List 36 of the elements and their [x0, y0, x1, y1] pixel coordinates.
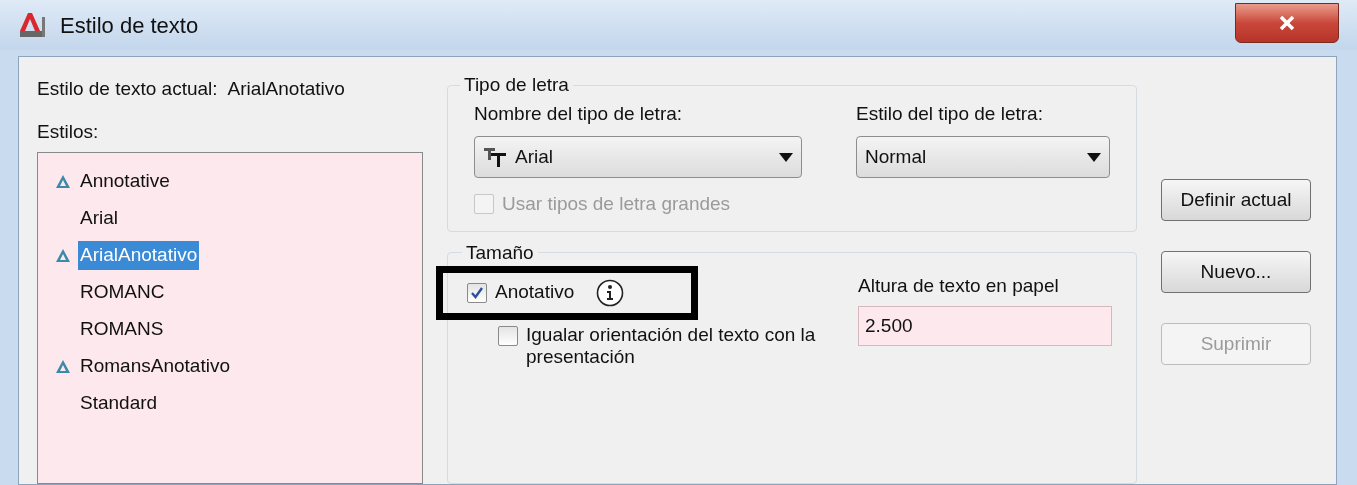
dropdown-value: Normal — [865, 144, 928, 169]
checkmark-icon — [470, 285, 484, 300]
checkbox-label: Usar tipos de letra grandes — [502, 192, 731, 216]
close-button[interactable] — [1235, 3, 1339, 43]
truetype-font-icon — [483, 146, 507, 168]
checkbox-label: Anotativo — [495, 280, 575, 305]
field-label: Estilo del tipo de letra: — [856, 101, 1044, 126]
dialog-button[interactable]: Nuevo... — [1161, 251, 1311, 293]
dropdown[interactable]: Normal — [856, 136, 1110, 178]
dropdown[interactable]: Arial — [474, 136, 802, 178]
text-height-field[interactable]: 2.500 — [858, 306, 1112, 346]
current-style-value: ArialAnotativo — [227, 77, 345, 101]
style-item[interactable]: ROMANS — [78, 315, 166, 344]
caret-icon — [1087, 152, 1101, 162]
style-item[interactable]: Standard — [78, 389, 160, 418]
checkbox-label: Igualar orientación del texto con la presentación — [526, 323, 817, 368]
field-label: Altura de texto en papel — [858, 273, 1060, 298]
style-item[interactable]: ArialAnotativo — [78, 241, 200, 270]
window-title: Estilo de texto — [60, 11, 200, 40]
close-icon — [1279, 15, 1295, 31]
caret-icon — [779, 152, 793, 162]
style-item[interactable]: Annotative — [78, 167, 172, 196]
dialog-button[interactable]: Definir actual — [1161, 179, 1311, 221]
app-logo-icon — [18, 11, 48, 39]
checkbox[interactable] — [467, 282, 487, 303]
current-style-label: Estilo de texto actual: — [37, 77, 218, 101]
field-label: Nombre del tipo de letra: — [474, 101, 684, 126]
group-title: Tamaño — [465, 241, 535, 264]
style-item[interactable]: Arial — [78, 204, 120, 233]
style-item[interactable]: ROMANC — [78, 278, 167, 307]
checkbox[interactable] — [498, 325, 518, 346]
info-icon — [596, 278, 625, 307]
styles-label: Estilos: — [37, 119, 100, 144]
dropdown-value: Arial — [515, 144, 554, 169]
style-item[interactable]: RomansAnotativo — [78, 352, 232, 381]
group-title: Tipo de letra — [463, 73, 570, 97]
